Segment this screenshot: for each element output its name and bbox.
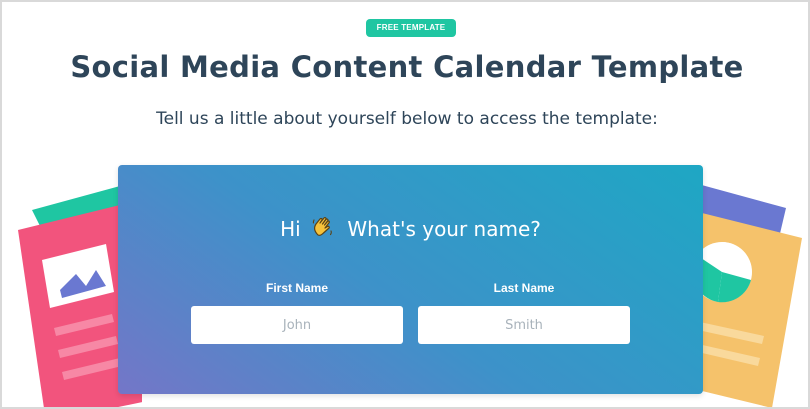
greeting-suffix: What's your name? [347,217,541,241]
right-document-illustration [698,184,802,407]
greeting-prefix: Hi [280,217,301,241]
first-name-label: First Name [265,281,329,295]
last-name-label: Last Name [493,281,555,295]
last-name-field[interactable] [418,306,630,344]
page-frame: FREE TEMPLATE Social Media Content Calen… [0,0,810,409]
page-title: Social Media Content Calendar Template [70,50,744,84]
first-name-field[interactable] [191,306,403,344]
page-subtitle: Tell us a little about yourself below to… [156,109,658,129]
waving-hand-icon [312,216,332,236]
form-greeting: Hi What's your name? [118,215,703,241]
name-form-card: Hi What's your name? First Name Last Nam… [118,165,703,394]
free-template-badge: FREE TEMPLATE [366,19,456,37]
